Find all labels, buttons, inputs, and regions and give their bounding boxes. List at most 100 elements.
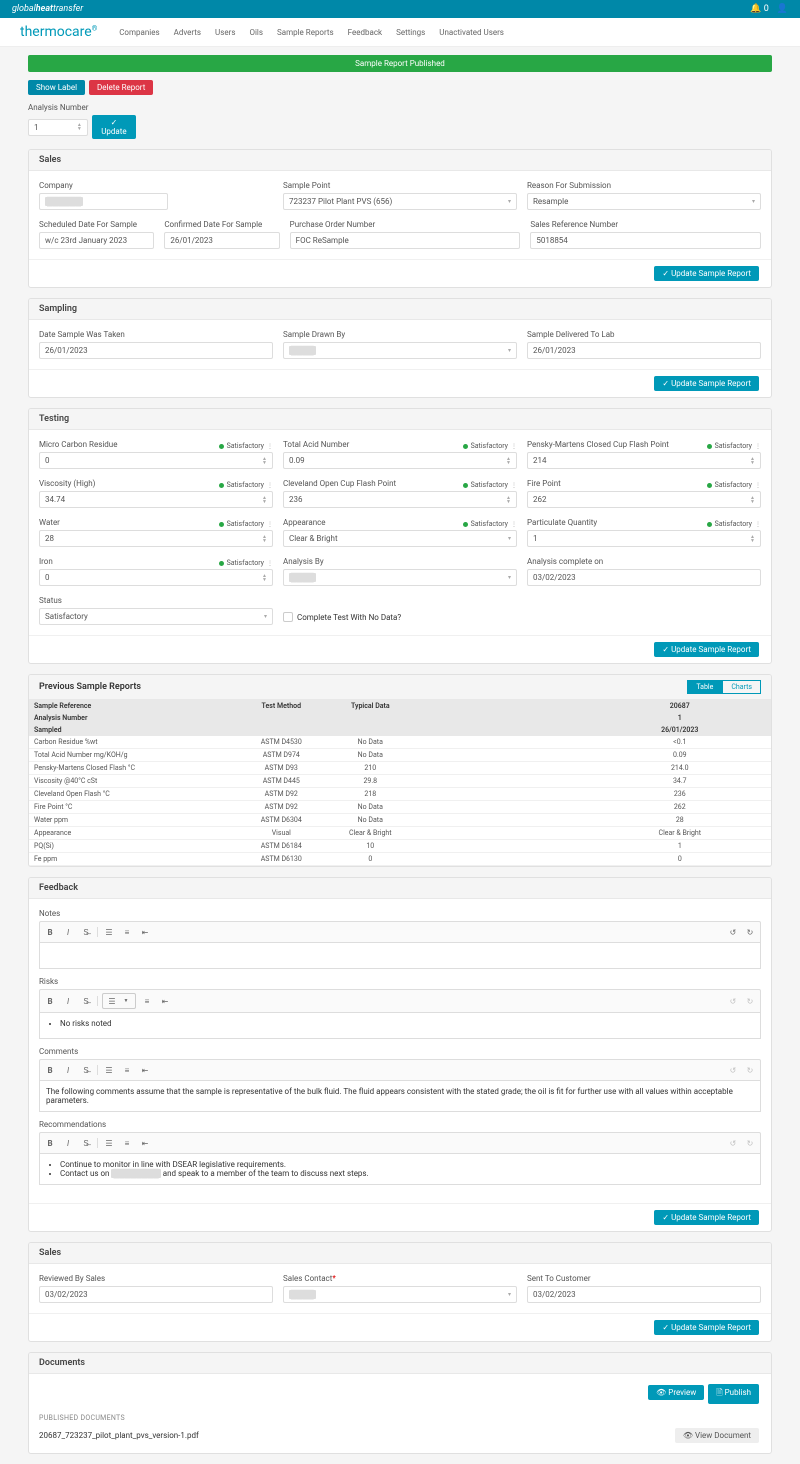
strike-icon[interactable]: S̶ — [79, 925, 93, 939]
recs-editor[interactable]: Continue to monitor in line with DSEAR l… — [39, 1154, 761, 1185]
analysis-number-input[interactable]: 1▲▼ — [28, 119, 88, 136]
sales-ref-input[interactable]: 5018854 — [530, 232, 761, 249]
italic-icon[interactable]: I — [61, 1136, 75, 1150]
fire-status[interactable]: Satisfactory ⋮ — [707, 481, 761, 489]
confirmed-date-input[interactable]: 26/01/2023 — [164, 232, 279, 249]
ol-icon[interactable]: ≡ — [140, 994, 154, 1008]
redo-icon[interactable]: ↻ — [743, 925, 757, 939]
sched-date-input[interactable]: w/c 23rd January 2023 — [39, 232, 154, 249]
bold-icon[interactable]: B — [43, 1063, 57, 1077]
date-taken-input[interactable]: 26/01/2023 — [39, 342, 273, 359]
update-sales2-button[interactable]: ✓ Update Sample Report — [654, 1320, 759, 1335]
preview-button[interactable]: 👁 Preview — [648, 1385, 704, 1400]
tab-table[interactable]: Table — [687, 680, 722, 694]
complete-no-data-checkbox[interactable] — [283, 612, 293, 622]
iron-input[interactable]: 0▲▼ — [39, 569, 273, 586]
delete-report-button[interactable]: Delete Report — [89, 80, 153, 95]
bold-icon[interactable]: B — [43, 994, 57, 1008]
pmcc-status[interactable]: Satisfactory ⋮ — [707, 442, 761, 450]
tab-charts[interactable]: Charts — [722, 680, 761, 694]
user-icon[interactable]: 👤 — [777, 4, 788, 14]
ul-icon[interactable]: ☰ — [102, 1136, 116, 1150]
notes-editor[interactable] — [39, 943, 761, 969]
nav-companies[interactable]: Companies — [119, 28, 159, 37]
update-feedback-button[interactable]: ✓ Update Sample Report — [654, 1210, 759, 1225]
outdent-icon[interactable]: ⇤ — [138, 1063, 152, 1077]
water-status[interactable]: Satisfactory ⋮ — [219, 520, 273, 528]
coc-status[interactable]: Satisfactory ⋮ — [463, 481, 517, 489]
update-testing-button[interactable]: ✓ Update Sample Report — [654, 642, 759, 657]
reason-select[interactable]: Resample▾ — [527, 193, 761, 210]
tan-status[interactable]: Satisfactory ⋮ — [463, 442, 517, 450]
reviewed-input[interactable]: 03/02/2023 — [39, 1286, 273, 1303]
table-row: PQ(Si)ASTM D6184101 — [29, 840, 771, 853]
nav-settings[interactable]: Settings — [396, 28, 425, 37]
sent-input[interactable]: 03/02/2023 — [527, 1286, 761, 1303]
company-input[interactable]: ██████ — [39, 193, 168, 210]
ol-icon[interactable]: ≡ — [120, 1136, 134, 1150]
visc-input[interactable]: 34.74▲▼ — [39, 491, 273, 508]
strike-icon[interactable]: S̶ — [79, 994, 93, 1008]
outdent-icon[interactable]: ⇤ — [138, 925, 152, 939]
ol-icon[interactable]: ≡ — [120, 925, 134, 939]
drawn-by-select[interactable]: ████▾ — [283, 342, 517, 359]
update-sales-button[interactable]: ✓ Update Sample Report — [654, 266, 759, 281]
delivered-input[interactable]: 26/01/2023 — [527, 342, 761, 359]
nav-unactivated[interactable]: Unactivated Users — [439, 28, 504, 37]
app-input[interactable]: Clear & Bright▾ — [283, 530, 517, 547]
nav-oils[interactable]: Oils — [249, 28, 263, 37]
analysis_by-input[interactable]: ████▾ — [283, 569, 517, 586]
iron-status[interactable]: Satisfactory ⋮ — [219, 559, 273, 567]
undo-icon[interactable]: ↺ — [726, 925, 740, 939]
ol-icon[interactable]: ≡ — [120, 1063, 134, 1077]
table-row: Water ppmASTM D6304No Data28 — [29, 814, 771, 827]
pq-status[interactable]: Satisfactory ⋮ — [707, 520, 761, 528]
po-input[interactable]: FOC ReSample — [290, 232, 521, 249]
outdent-icon[interactable]: ⇤ — [158, 994, 172, 1008]
outdent-icon[interactable]: ⇤ — [138, 1136, 152, 1150]
ul-icon[interactable]: ☰ — [102, 925, 116, 939]
fire-input[interactable]: 262▲▼ — [527, 491, 761, 508]
nav-feedback[interactable]: Feedback — [348, 28, 382, 37]
italic-icon[interactable]: I — [61, 1063, 75, 1077]
visc-label: Viscosity (High) — [39, 479, 95, 488]
nav-users[interactable]: Users — [215, 28, 235, 37]
visc-status[interactable]: Satisfactory ⋮ — [219, 481, 273, 489]
sales-contact-label: Sales Contact — [283, 1274, 517, 1283]
publish-button[interactable]: 🗎 Publish — [708, 1384, 759, 1404]
strike-icon[interactable]: S̶ — [79, 1136, 93, 1150]
drawn-by-label: Sample Drawn By — [283, 330, 517, 339]
recs-toolbar: B I S̶ ☰ ≡ ⇤ ↺↻ — [39, 1132, 761, 1154]
italic-icon[interactable]: I — [61, 994, 75, 1008]
ul-icon[interactable]: ☰ — [102, 1063, 116, 1077]
comments-editor[interactable]: The following comments assume that the s… — [39, 1081, 761, 1112]
bold-icon[interactable]: B — [43, 925, 57, 939]
nav-sample-reports[interactable]: Sample Reports — [277, 28, 334, 37]
status-select[interactable]: Satisfactory▾ — [39, 608, 273, 625]
table-row: Total Acid Number mg/KOH/gASTM D974No Da… — [29, 749, 771, 762]
view-document-button[interactable]: 👁 View Document — [675, 1428, 759, 1443]
mcr-input[interactable]: 0▲▼ — [39, 452, 273, 469]
ul-icon[interactable]: ☰ — [105, 994, 119, 1008]
complete_on-input[interactable]: 03/02/2023 — [527, 569, 761, 586]
tan-input[interactable]: 0.09▲▼ — [283, 452, 517, 469]
comments-label: Comments — [39, 1047, 761, 1056]
show-label-button[interactable]: Show Label — [28, 80, 85, 95]
water-input[interactable]: 28▲▼ — [39, 530, 273, 547]
pq-input[interactable]: 1▲▼ — [527, 530, 761, 547]
strike-icon[interactable]: S̶ — [79, 1063, 93, 1077]
bell-icon[interactable]: 🔔 0 — [750, 4, 769, 14]
coc-input[interactable]: 236▲▼ — [283, 491, 517, 508]
pmcc-input[interactable]: 214▲▼ — [527, 452, 761, 469]
update-sampling-button[interactable]: ✓ Update Sample Report — [654, 376, 759, 391]
sales-contact-select[interactable]: ████▾ — [283, 1286, 517, 1303]
app-status[interactable]: Satisfactory ⋮ — [463, 520, 517, 528]
table-row: Viscosity @40°C cStASTM D44529.834.7 — [29, 775, 771, 788]
italic-icon[interactable]: I — [61, 925, 75, 939]
sample-point-select[interactable]: 723237 Pilot Plant PVS (656)▾ — [283, 193, 517, 210]
bold-icon[interactable]: B — [43, 1136, 57, 1150]
mcr-status[interactable]: Satisfactory ⋮ — [219, 442, 273, 450]
nav-adverts[interactable]: Adverts — [174, 28, 201, 37]
risks-editor[interactable]: No risks noted — [39, 1013, 761, 1039]
update-analysis-button[interactable]: ✓ Update — [92, 115, 136, 139]
